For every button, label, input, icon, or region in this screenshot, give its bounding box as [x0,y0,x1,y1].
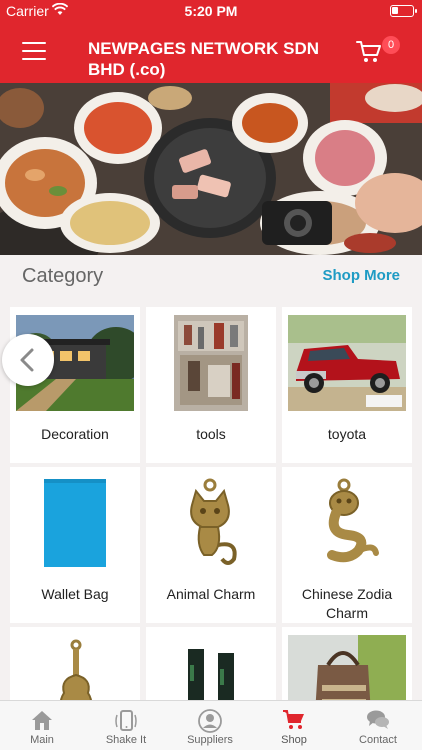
shopping-cart-icon [282,709,306,731]
status-bar: Carrier 5:20 PM [0,0,422,22]
user-icon [198,709,222,733]
previous-arrow-button[interactable] [2,334,54,386]
category-label: Wallet Bag [41,586,109,602]
home-icon [30,709,54,731]
tab-main[interactable]: Main [0,701,84,750]
chevron-left-icon [20,348,34,372]
clock: 5:20 PM [184,3,238,19]
battery-icon [390,5,417,17]
tab-shop[interactable]: Shop [252,701,336,750]
shopping-cart-icon[interactable] [356,40,384,66]
tab-label: Suppliers [187,734,233,746]
tab-label: Shake It [105,734,147,746]
category-label: tools [196,426,226,442]
food-banner-image[interactable] [0,83,422,255]
category-tile-animal-charm[interactable]: Animal Charm [146,467,276,623]
tab-label: Contact [359,734,397,746]
snake-charm-image [288,475,406,571]
shop-more-link[interactable]: Shop More [323,267,401,284]
tab-suppliers[interactable]: Suppliers [168,701,252,750]
page-title: NEWPAGES NETWORK SDN BHD (.co) [88,39,320,79]
category-tile-toyota[interactable]: toyota [282,307,412,463]
category-label: Animal Charm [166,586,256,602]
app-screen: Carrier 5:20 PM NEWPAGES NETWORK SDN BHD… [0,0,422,750]
category-label: Decoration [41,426,109,442]
tab-contact[interactable]: Contact [336,701,420,750]
pickup-truck-image [288,315,406,411]
hamburger-menu-icon[interactable] [22,42,46,62]
category-title: Category [22,265,104,287]
bottom-tab-bar: Main Shake It Suppliers Shop Contact [0,700,422,750]
cat-charm-image [152,475,270,571]
category-tile-tools[interactable]: tools [146,307,276,463]
category-label: Chinese Zodia Charm [301,586,393,621]
category-tile-chinese-zodia-charm[interactable]: Chinese Zodia Charm [282,467,412,623]
shake-phone-icon [114,709,138,731]
category-header: Category Shop More [0,255,422,299]
chat-bubbles-icon [366,709,390,731]
category-tile-wallet-bag[interactable]: Wallet Bag [10,467,140,623]
tab-label: Main [30,734,54,746]
cart-count-badge: 0 [382,36,400,54]
category-label: toyota [327,426,367,442]
app-header: NEWPAGES NETWORK SDN BHD (.co) 0 [0,22,422,83]
tools-shop-image [174,315,248,411]
tab-label: Shop [281,734,307,746]
tab-shake-it[interactable]: Shake It [84,701,168,750]
wallet-bag-image [44,479,106,567]
